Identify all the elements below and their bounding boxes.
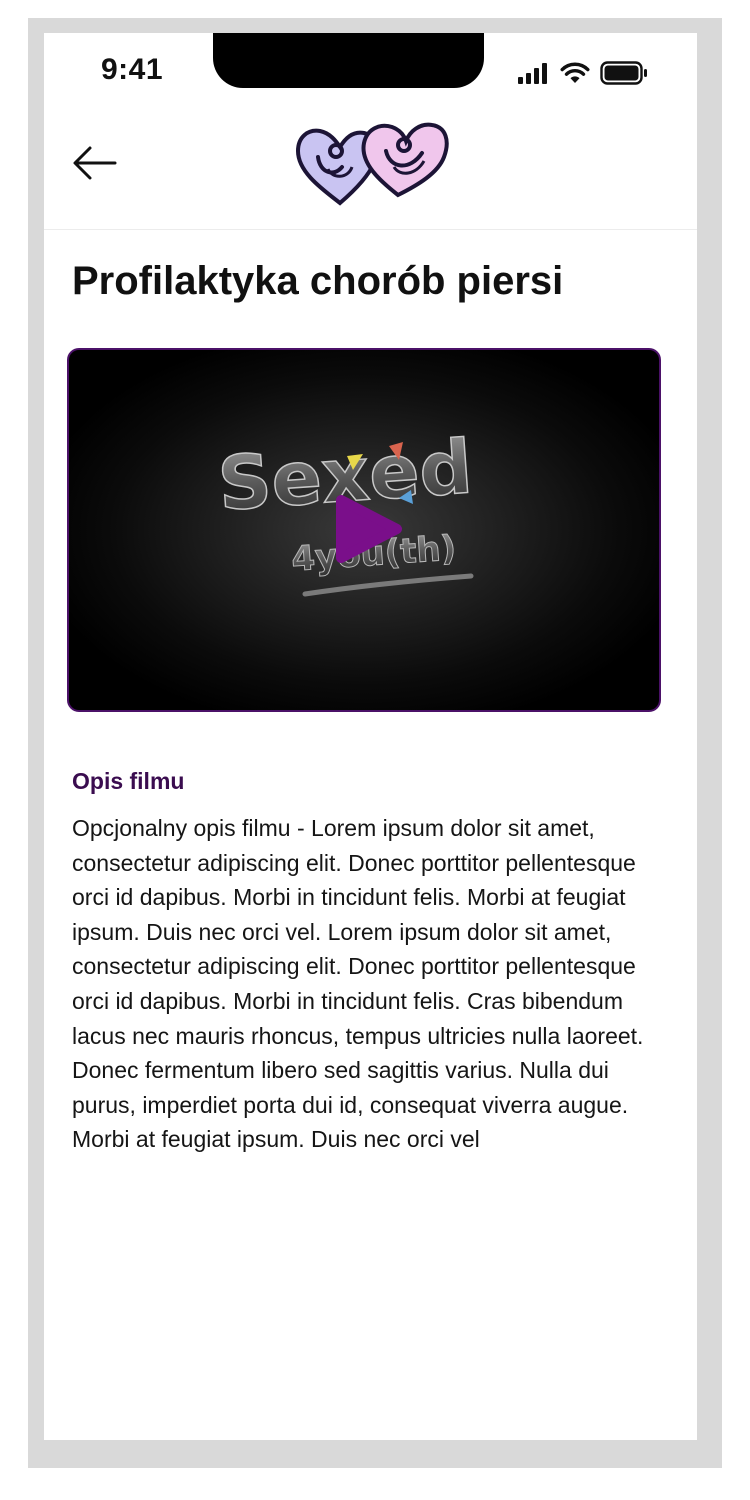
signal-icon xyxy=(518,63,547,84)
arrow-left-icon xyxy=(73,146,117,180)
status-icons xyxy=(518,60,648,86)
back-button[interactable] xyxy=(70,143,120,183)
description-heading: Opis filmu xyxy=(72,768,185,794)
play-icon[interactable] xyxy=(331,492,405,566)
status-time: 9:41 xyxy=(101,53,164,86)
device-notch xyxy=(213,33,484,88)
header-divider xyxy=(44,229,697,230)
phone-screen: 9:41 Profilaktyka chorób piersi Sexed 4y… xyxy=(44,33,697,1440)
hearts-logo xyxy=(292,117,452,209)
description-text: Opcjonalny opis filmu - Lorem ipsum dolo… xyxy=(72,815,644,1153)
page-title: Profilaktyka chorób piersi xyxy=(72,259,564,303)
wifi-icon xyxy=(560,62,590,83)
battery-icon xyxy=(600,61,647,85)
video-player[interactable]: Sexed 4you(th) xyxy=(67,348,661,712)
